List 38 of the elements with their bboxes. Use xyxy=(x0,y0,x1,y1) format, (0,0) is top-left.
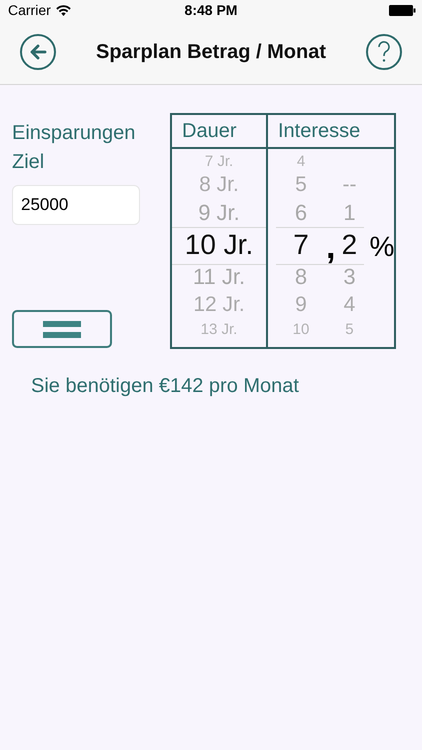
picker-option[interactable]: -- xyxy=(342,173,356,197)
carrier-label: Carrier xyxy=(8,2,51,18)
page-title: Sparplan Betrag / Monat xyxy=(96,40,326,64)
help-button[interactable] xyxy=(366,34,402,70)
picker-option[interactable]: 1 xyxy=(343,200,356,226)
picker-option[interactable]: 8 xyxy=(294,264,308,290)
result-text: Sie benötigen €142 pro Monat xyxy=(30,374,300,398)
picker-option[interactable]: 10 xyxy=(292,320,310,338)
picker-option[interactable]: 7 xyxy=(293,229,309,261)
decimal-comma: , xyxy=(326,229,336,265)
picker-option[interactable]: 6 xyxy=(294,200,308,226)
picker-option[interactable]: 7 Jr. xyxy=(204,152,234,170)
goal-label: Einsparungen Ziel xyxy=(12,121,136,175)
picker-option[interactable]: 9 Jr. xyxy=(198,200,240,226)
picker-option[interactable]: 3 xyxy=(343,264,356,290)
calculate-button[interactable] xyxy=(12,310,112,348)
picker-option[interactable]: 4 xyxy=(344,293,356,317)
wifi-icon xyxy=(56,4,71,16)
goal-input-field[interactable]: 25000 xyxy=(12,185,140,225)
status-time: 8:48 PM xyxy=(184,2,238,18)
picker-option[interactable]: 13 Jr. xyxy=(200,320,238,338)
picker-option[interactable]: 12 Jr. xyxy=(193,293,245,317)
back-button[interactable] xyxy=(20,34,56,70)
picker-option[interactable]: 2 xyxy=(342,229,358,261)
picker-option[interactable]: 9 xyxy=(295,293,307,317)
help-icon xyxy=(377,41,391,63)
battery-icon xyxy=(389,4,416,16)
column-header: Interesse xyxy=(268,115,394,149)
picker-option[interactable]: 5 xyxy=(295,173,307,197)
picker-option[interactable]: 10 Jr. xyxy=(184,229,254,261)
picker-option[interactable]: 8 Jr. xyxy=(199,173,239,197)
picker-option[interactable]: 4 xyxy=(296,152,306,170)
percent-sign: % xyxy=(368,230,394,264)
column-header: Dauer xyxy=(172,115,266,149)
picker-option[interactable]: 11 Jr. xyxy=(192,264,246,290)
picker-option[interactable]: 5 xyxy=(345,320,354,338)
equals-icon xyxy=(43,320,81,338)
back-arrow-icon xyxy=(29,44,47,60)
